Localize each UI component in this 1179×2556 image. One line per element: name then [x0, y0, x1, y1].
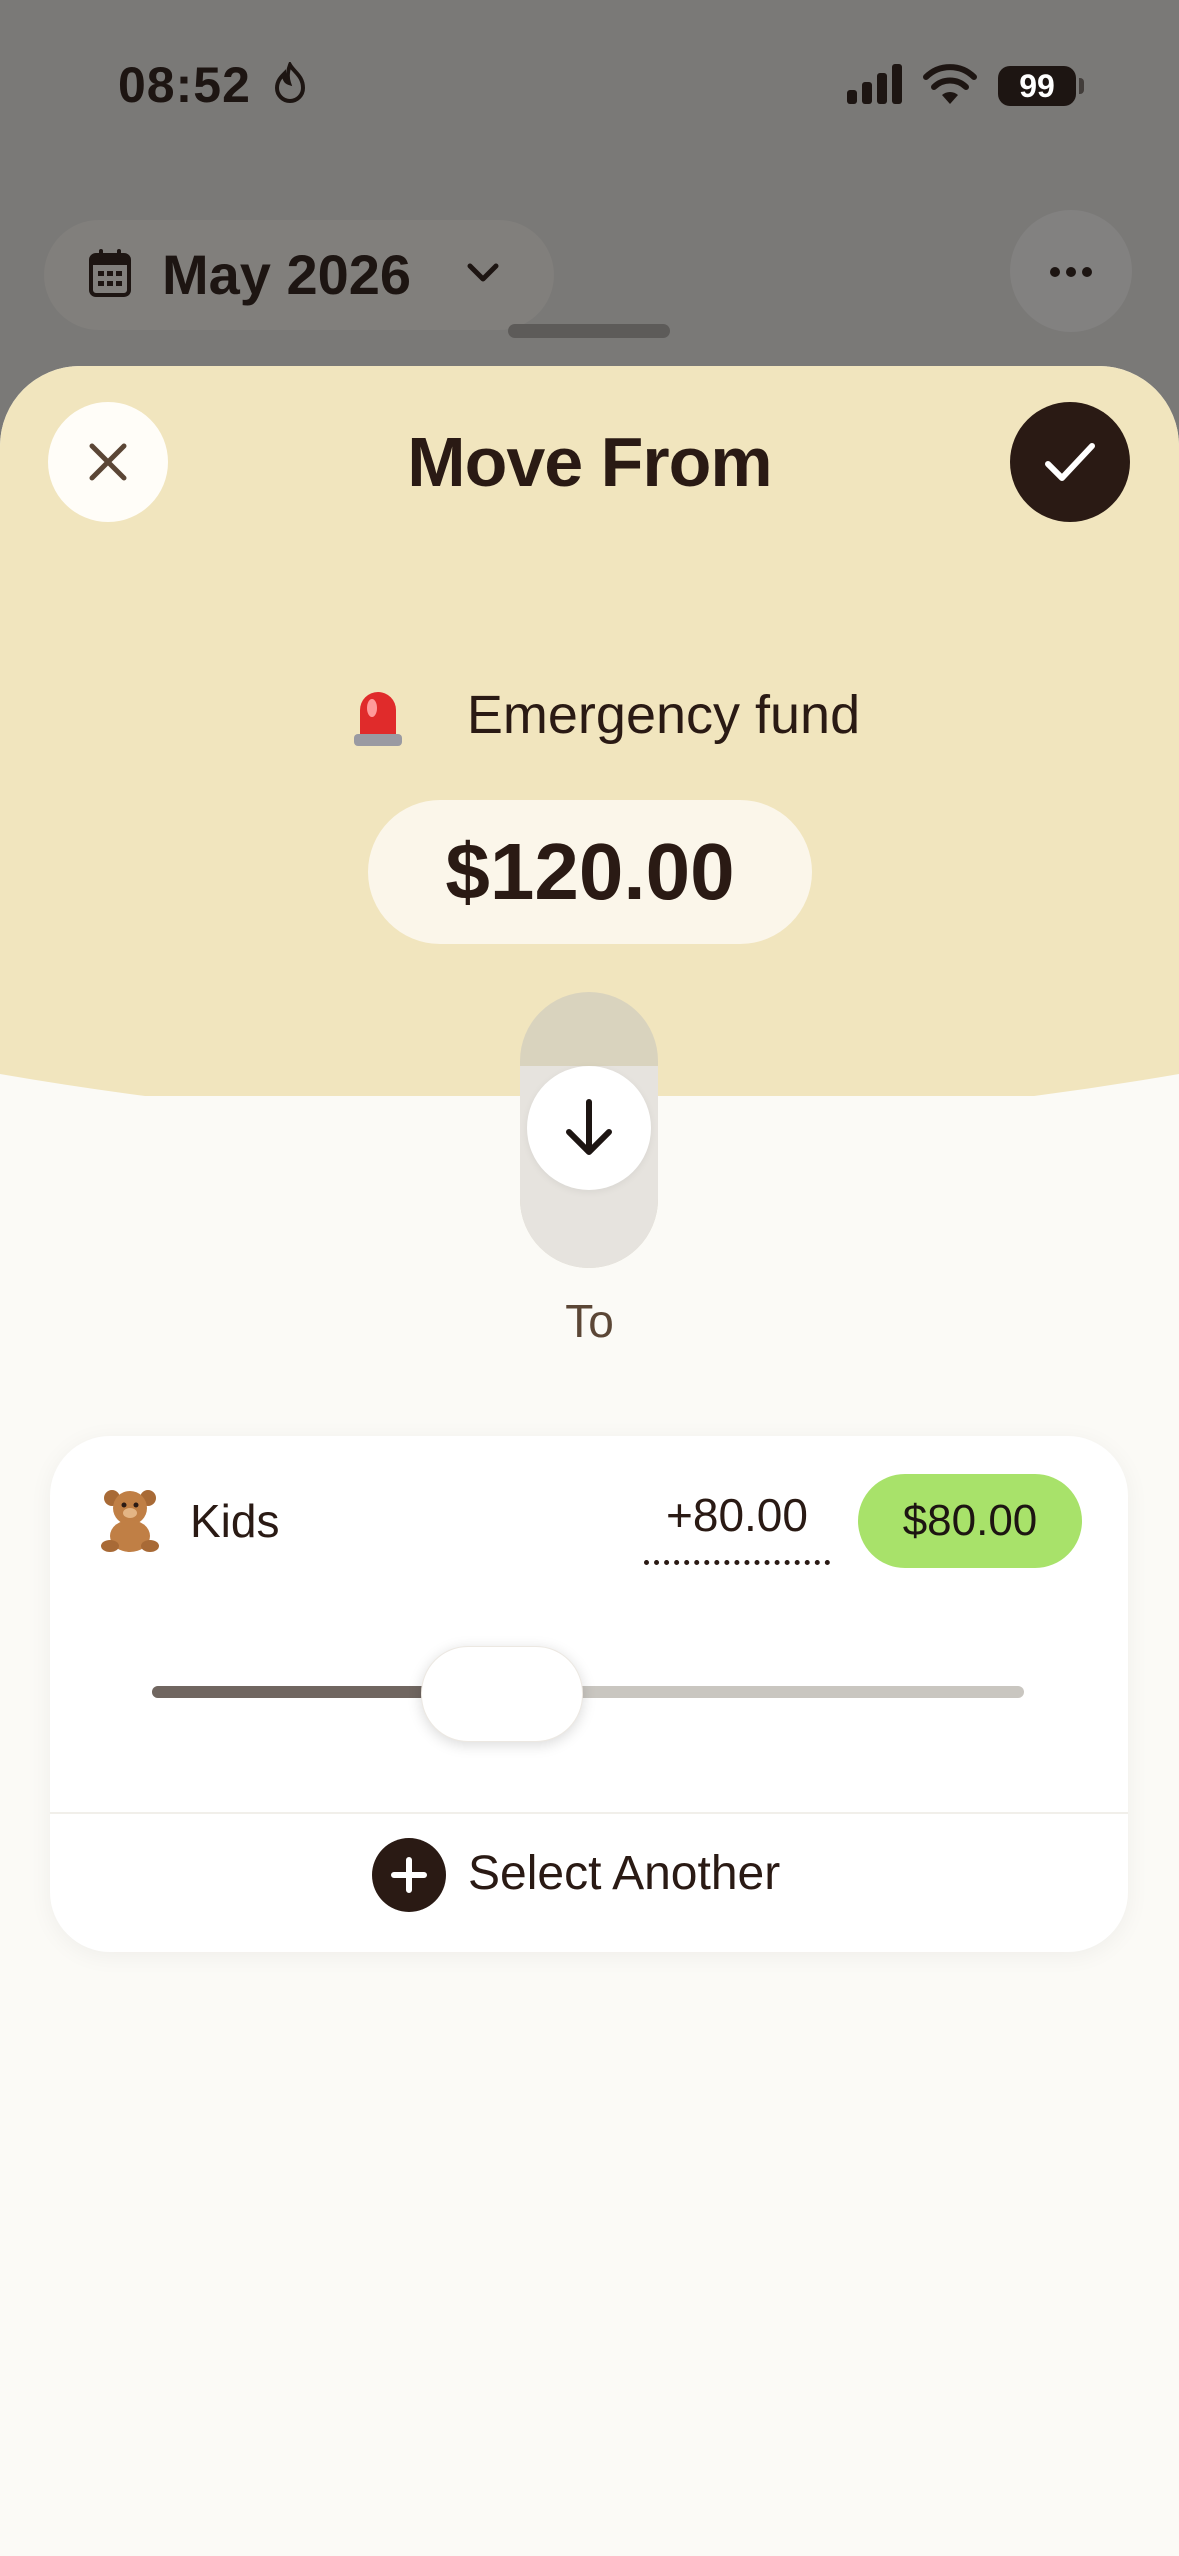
confirm-button[interactable] — [1010, 402, 1130, 522]
arrow-down-icon — [566, 1099, 612, 1155]
move-sheet: Move From 🚨 Emergency fund $120.00 To Ki… — [0, 366, 1179, 2556]
select-another-button[interactable]: Select Another — [50, 1812, 1128, 1952]
source-category[interactable]: 🚨 Emergency fund — [0, 684, 1179, 805]
siren-icon — [354, 692, 402, 746]
status-bar: 08:52 99 — [0, 0, 1179, 170]
destination-name: Kids — [190, 1495, 280, 1547]
plus-circle-icon — [372, 1838, 446, 1912]
battery-tip — [1079, 78, 1084, 94]
status-time: 08:52 — [118, 57, 251, 113]
to-label: To — [565, 1295, 614, 1347]
amount-field[interactable]: $120.00 — [368, 800, 812, 944]
destination-card: Kids +80.00 $80.00 Select Another — [50, 1436, 1128, 1952]
swap-direction-button[interactable] — [527, 1066, 651, 1190]
sheet-title: Move From — [407, 423, 772, 501]
balance-badge: $80.00 — [858, 1474, 1082, 1568]
sheet-grabber[interactable] — [508, 324, 670, 338]
month-label: May 2026 — [162, 243, 412, 306]
calendar-icon — [89, 249, 131, 297]
siren-emoji-icon: 🚨 — [319, 743, 373, 805]
wifi-icon — [923, 64, 977, 104]
delta-amount[interactable]: +80.00 — [644, 1488, 830, 1542]
focus-flame-icon — [274, 62, 306, 103]
battery-indicator: 99 — [998, 66, 1076, 106]
teddy-bear-icon — [101, 1490, 159, 1552]
select-another-label: Select Another — [468, 1847, 781, 1900]
chevron-down-icon — [467, 263, 499, 282]
more-icon — [1050, 267, 1092, 277]
checkmark-icon — [1045, 443, 1095, 481]
cellular-signal-icon — [847, 64, 902, 104]
source-name: Emergency fund — [466, 685, 861, 745]
amount-slider-thumb[interactable] — [420, 1646, 583, 1742]
delta-underline — [644, 1560, 830, 1565]
